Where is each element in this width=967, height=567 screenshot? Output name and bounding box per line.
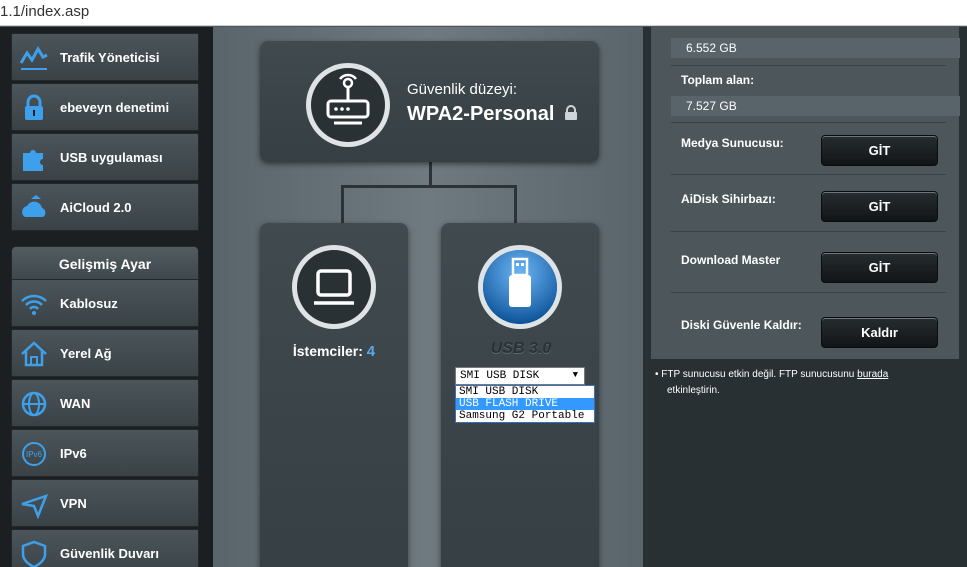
cloud-icon — [22, 195, 46, 217]
used-space-value: 6.552 GB — [671, 38, 960, 58]
home-icon — [21, 341, 47, 367]
ftp-enable-link[interactable]: burada — [857, 369, 888, 380]
clients-panel[interactable]: İstemciler: 4 — [260, 223, 408, 567]
wifi-icon — [21, 294, 47, 315]
media-server-label: Medya Sunucusu: — [681, 136, 784, 150]
vpn-icon — [21, 493, 49, 519]
advanced-settings-header: Gelişmiş Ayar — [11, 246, 199, 282]
sidebar-item-label: IPv6 — [60, 446, 87, 461]
traffic-icon — [19, 46, 48, 70]
usb-info-box: 6.552 GB Toplam alan: 7.527 GB Medya Sun… — [651, 27, 960, 359]
usb-panel[interactable]: USB 3.0 SMI USB DISK ▼ SMI USB DISK USB … — [441, 223, 599, 567]
globe-icon — [21, 391, 47, 417]
usb-drive-icon[interactable] — [476, 243, 564, 331]
total-space-value: 7.527 GB — [671, 96, 960, 116]
address-bar[interactable]: 1.1/index.asp — [0, 0, 967, 26]
lock-icon — [25, 94, 43, 120]
sidebar-item-usb[interactable]: USB uygulaması — [11, 133, 199, 181]
connector-line — [341, 185, 344, 223]
media-server-go-button[interactable]: GİT — [821, 135, 938, 166]
total-space-label: Toplam alan: — [681, 73, 755, 87]
safely-remove-label: Diski Güvenle Kaldır: — [681, 318, 802, 332]
ipv6-icon: IPv6 — [22, 442, 46, 466]
sidebar-item-aicloud[interactable]: AiCloud 2.0 — [11, 183, 199, 231]
connector-line — [341, 185, 517, 188]
download-master-label: Download Master — [681, 253, 781, 267]
usb-version-label: USB 3.0 — [490, 340, 552, 357]
puzzle-icon — [23, 150, 43, 171]
ftp-note: • FTP sunucusu etkin değil. FTP sunucusu… — [655, 369, 889, 396]
router-panel[interactable]: Güvenlik düzeyi: WPA2-Personal — [260, 41, 599, 162]
sidebar-item-firewall[interactable]: Güvenlik Duvarı — [11, 529, 199, 567]
sidebar-item-label: Güvenlik Duvarı — [60, 546, 159, 561]
download-master-go-button[interactable]: GİT — [821, 252, 938, 283]
sidebar-item-lan[interactable]: Yerel Ağ — [11, 329, 199, 377]
sidebar-item-vpn[interactable]: VPN — [11, 479, 199, 527]
clients-count: İstemciler: 4 — [292, 343, 376, 360]
sidebar-item-label: VPN — [60, 496, 87, 511]
chevron-down-icon: ▼ — [572, 370, 578, 380]
aidisk-wizard-label: AiDisk Sihirbazı: — [681, 192, 776, 206]
usb-device-select[interactable]: SMI USB DISK ▼ — [455, 367, 585, 385]
security-level-label: Güvenlik düzeyi: — [407, 81, 518, 98]
sidebar-item-ipv6[interactable]: IPv6 IPv6 — [11, 429, 199, 477]
network-map: Güvenlik düzeyi: WPA2-Personal İstemcile… — [213, 27, 643, 567]
sidebar-item-wireless[interactable]: Kablosuz — [11, 279, 199, 327]
usb-info-panel: 6.552 GB Toplam alan: 7.527 GB Medya Sun… — [643, 27, 967, 567]
sidebar-item-label: ebeveyn denetimi — [60, 100, 170, 115]
sidebar-item-label: Yerel Ağ — [60, 346, 112, 361]
sidebar: Trafik Yöneticisi ebeveyn denetimi USB u… — [0, 27, 213, 567]
shield-icon — [21, 540, 47, 567]
sidebar-item-label: Trafik Yöneticisi — [60, 50, 160, 65]
lock-icon — [565, 105, 578, 120]
computer-icon[interactable] — [290, 243, 378, 331]
dropdown-option-highlighted[interactable]: USB FLASH DRIVE — [456, 398, 594, 410]
aidisk-go-button[interactable]: GİT — [821, 191, 938, 222]
sidebar-item-label: USB uygulaması — [60, 150, 163, 165]
sidebar-item-traffic[interactable]: Trafik Yöneticisi — [11, 33, 199, 81]
safely-remove-button[interactable]: Kaldır — [821, 317, 938, 348]
dropdown-option[interactable]: SMI USB DISK — [456, 386, 594, 398]
dropdown-option[interactable]: Samsung G2 Portable — [456, 410, 594, 422]
security-level-value: WPA2-Personal — [407, 103, 578, 126]
sidebar-item-label: Kablosuz — [60, 296, 118, 311]
router-icon[interactable] — [304, 61, 392, 149]
sidebar-item-label: AiCloud 2.0 — [60, 200, 132, 215]
sidebar-item-wan[interactable]: WAN — [11, 379, 199, 427]
usb-device-dropdown-list[interactable]: SMI USB DISK USB FLASH DRIVE Samsung G2 … — [455, 385, 595, 423]
sidebar-item-parental[interactable]: ebeveyn denetimi — [11, 83, 199, 131]
connector-line — [514, 185, 517, 223]
svg-text:IPv6: IPv6 — [26, 450, 43, 459]
url-text: 1.1/index.asp — [0, 3, 90, 20]
sidebar-item-label: WAN — [60, 396, 91, 411]
